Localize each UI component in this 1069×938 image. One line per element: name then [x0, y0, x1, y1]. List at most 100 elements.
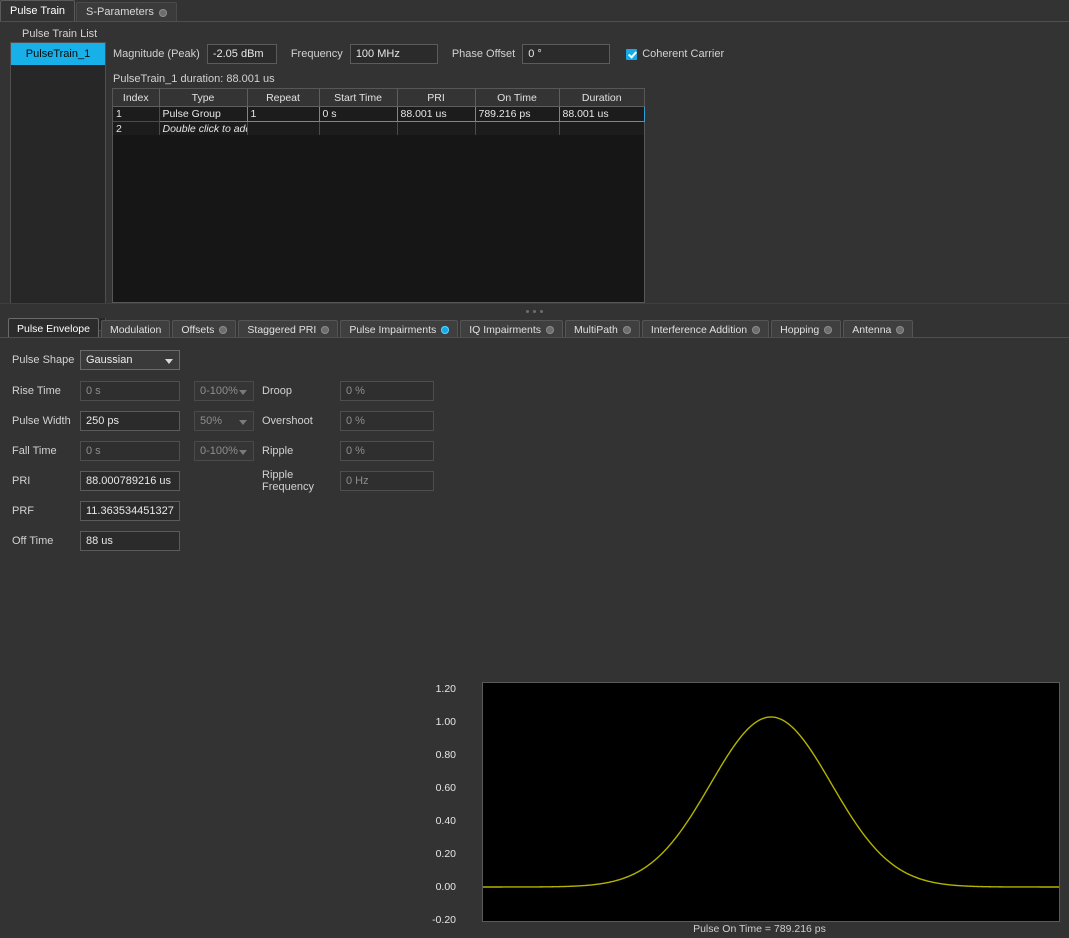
rise-time-input[interactable] [80, 381, 180, 401]
tab-staggered-pri-label: Staggered PRI [247, 324, 316, 336]
list-item[interactable]: PulseTrain_1 [11, 43, 105, 65]
tab-pulse-envelope[interactable]: Pulse Envelope [8, 318, 99, 338]
rise-time-reference-select[interactable]: 0-100% [194, 381, 254, 401]
off-time-input[interactable] [80, 531, 180, 551]
col-pri[interactable]: PRI [397, 89, 475, 107]
fall-time-input[interactable] [80, 441, 180, 461]
pulse-width-reference-select[interactable]: 50% [194, 411, 254, 431]
tab-interference-addition-label: Interference Addition [651, 324, 747, 336]
magnitude-input[interactable] [207, 44, 277, 64]
fall-time-reference-select[interactable]: 0-100% [194, 441, 254, 461]
cell-index[interactable]: 1 [113, 107, 159, 122]
pulse-train-list-title: Pulse Train List [22, 28, 97, 40]
tab-iq-impairments-label: IQ Impairments [469, 324, 541, 336]
off-time-label: Off Time [12, 535, 80, 547]
tab-s-parameters[interactable]: S-Parameters [76, 2, 177, 22]
frequency-label: Frequency [291, 48, 343, 60]
pulse-shape-row: Pulse Shape Gaussian [12, 349, 180, 371]
magnitude-label: Magnitude (Peak) [113, 48, 200, 60]
cell-start-time[interactable]: 0 s [319, 107, 397, 122]
ripple-input[interactable] [340, 441, 434, 461]
col-type[interactable]: Type [159, 89, 247, 107]
rise-time-row: Rise Time 0-100% [12, 380, 254, 402]
pulse-envelope-chart: 1.20 1.00 0.80 0.60 0.40 0.20 0.00 -0.20… [450, 678, 1069, 938]
tab-iq-impairments[interactable]: IQ Impairments [460, 320, 563, 338]
tab-staggered-pri[interactable]: Staggered PRI [238, 320, 338, 338]
chart-plot-area[interactable] [482, 682, 1060, 922]
pulse-shape-select[interactable]: Gaussian [80, 350, 180, 370]
y-tick-label: 0.80 [422, 749, 456, 761]
table-empty-area[interactable] [113, 135, 644, 302]
pulse-width-input[interactable] [80, 411, 180, 431]
tab-pulse-train-label: Pulse Train [10, 1, 65, 22]
tab-pulse-impairments[interactable]: Pulse Impairments [340, 320, 458, 338]
overshoot-input[interactable] [340, 411, 434, 431]
phase-offset-input[interactable] [522, 44, 610, 64]
cell-repeat[interactable]: 1 [247, 107, 319, 122]
prf-input[interactable] [80, 501, 180, 521]
y-tick-label: 0.20 [422, 848, 456, 860]
tab-pulse-envelope-label: Pulse Envelope [17, 323, 90, 335]
tab-hopping-label: Hopping [780, 324, 819, 336]
pulse-group-table[interactable]: Index Type Repeat Start Time PRI On Time… [112, 88, 645, 303]
col-start-time[interactable]: Start Time [319, 89, 397, 107]
ripple-frequency-label: Ripple Frequency [262, 469, 340, 493]
off-time-row: Off Time [12, 530, 180, 552]
coherent-carrier-label: Coherent Carrier [642, 48, 724, 60]
status-dot-icon [623, 326, 631, 334]
rise-time-label: Rise Time [12, 385, 80, 397]
pulse-width-row: Pulse Width 50% [12, 410, 254, 432]
ripple-row: Ripple [262, 440, 434, 462]
col-duration[interactable]: Duration [559, 89, 644, 107]
grip-dot-icon [540, 310, 543, 313]
frequency-input[interactable] [350, 44, 438, 64]
droop-input[interactable] [340, 381, 434, 401]
col-on-time[interactable]: On Time [475, 89, 559, 107]
cell-on-time[interactable]: 789.216 ps [475, 107, 559, 122]
ripple-frequency-input[interactable] [340, 471, 434, 491]
pri-input[interactable] [80, 471, 180, 491]
pri-row: PRI [12, 470, 180, 492]
tab-hopping[interactable]: Hopping [771, 320, 841, 338]
pulse-width-label: Pulse Width [12, 415, 80, 427]
y-tick-label: 0.60 [422, 782, 456, 794]
cell-pri[interactable]: 88.001 us [397, 107, 475, 122]
col-index[interactable]: Index [113, 89, 159, 107]
table-header-row: Index Type Repeat Start Time PRI On Time… [113, 89, 644, 107]
table-row[interactable]: 1 Pulse Group 1 0 s 88.001 us 789.216 ps… [113, 107, 644, 122]
y-tick-label: 1.00 [422, 716, 456, 728]
gaussian-trace [483, 717, 1059, 887]
pulse-train-list[interactable]: PulseTrain_1 [10, 42, 106, 331]
tab-antenna[interactable]: Antenna [843, 320, 913, 338]
tab-offsets[interactable]: Offsets [172, 320, 236, 338]
tab-multipath[interactable]: MultiPath [565, 320, 640, 338]
cell-duration[interactable]: 88.001 us [559, 107, 644, 122]
y-tick-label: 0.40 [422, 815, 456, 827]
status-dot-icon [321, 326, 329, 334]
prf-label: PRF [12, 505, 80, 517]
top-tab-strip: Pulse Train S-Parameters [0, 0, 178, 22]
tab-modulation[interactable]: Modulation [101, 320, 170, 338]
status-dot-icon [159, 9, 167, 17]
y-tick-label: 0.00 [422, 881, 456, 893]
overshoot-row: Overshoot [262, 410, 434, 432]
col-repeat[interactable]: Repeat [247, 89, 319, 107]
pane-splitter[interactable] [0, 303, 1069, 318]
status-dot-icon [824, 326, 832, 334]
pulse-shape-label: Pulse Shape [12, 354, 80, 366]
coherent-carrier-checkbox[interactable]: Coherent Carrier [626, 48, 724, 60]
phase-offset-label: Phase Offset [452, 48, 515, 60]
prf-row: PRF [12, 500, 180, 522]
pulse-envelope-panel: Pulse Shape Gaussian Rise Time 0-100% Pu… [0, 338, 1069, 600]
tab-interference-addition[interactable]: Interference Addition [642, 320, 769, 338]
top-tab-bar: Pulse Train S-Parameters [0, 0, 1069, 22]
bottom-tab-bar: Pulse Envelope Modulation Offsets Stagge… [0, 318, 1069, 338]
tab-pulse-impairments-label: Pulse Impairments [349, 324, 436, 336]
checkbox-check-icon [626, 49, 637, 60]
pri-label: PRI [12, 475, 80, 487]
pulse-group-table-element: Index Type Repeat Start Time PRI On Time… [113, 89, 645, 137]
tab-pulse-train[interactable]: Pulse Train [0, 0, 75, 22]
cell-type[interactable]: Pulse Group [159, 107, 247, 122]
ripple-frequency-row: Ripple Frequency [262, 470, 434, 492]
status-dot-icon [546, 326, 554, 334]
